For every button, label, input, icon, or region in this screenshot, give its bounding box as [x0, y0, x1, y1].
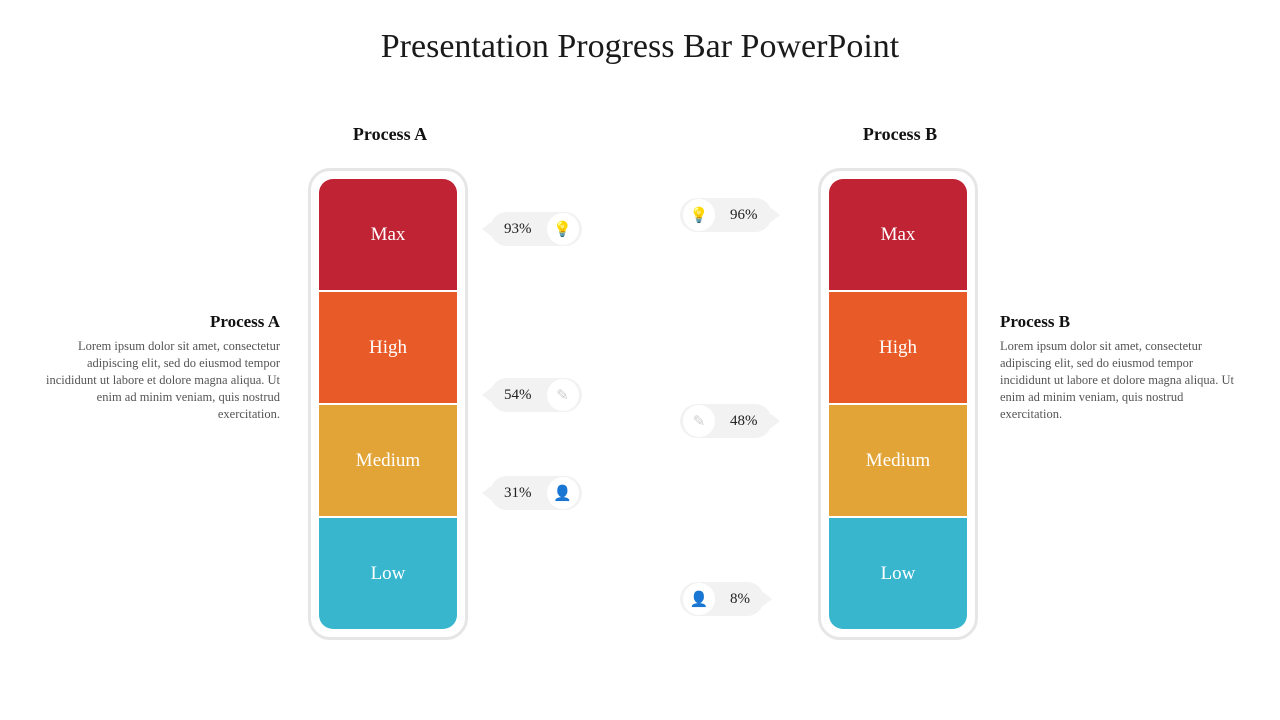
marker-percent: 93% [490, 221, 546, 238]
description-process-a: Process A Lorem ipsum dolor sit amet, co… [40, 312, 280, 422]
marker-percent: 31% [490, 485, 546, 502]
description-body: Lorem ipsum dolor sit amet, consectetur … [40, 338, 280, 422]
marker-b-1: ✎ 48% [680, 404, 772, 438]
marker-percent: 48% [716, 413, 772, 430]
segment-medium: Medium [829, 403, 967, 516]
pencil-icon: ✎ [547, 379, 579, 411]
marker-percent: 96% [716, 207, 772, 224]
segment-low: Low [829, 516, 967, 629]
slide-title: Presentation Progress Bar PowerPoint [0, 28, 1280, 66]
description-title: Process A [40, 312, 280, 332]
column-a-header: Process A [310, 124, 470, 145]
segment-medium: Medium [319, 403, 457, 516]
user-icon: 👤 [547, 477, 579, 509]
marker-percent: 54% [490, 387, 546, 404]
user-icon: 👤 [683, 583, 715, 615]
marker-percent: 8% [716, 591, 764, 608]
bar-process-b: Max High Medium Low [818, 168, 978, 640]
segment-high: High [319, 290, 457, 403]
bulb-icon: 💡 [547, 213, 579, 245]
marker-a-1: 54% ✎ [490, 378, 582, 412]
bar-process-a: Max High Medium Low [308, 168, 468, 640]
pencil-icon: ✎ [683, 405, 715, 437]
segment-max: Max [319, 179, 457, 290]
marker-a-0: 93% 💡 [490, 212, 582, 246]
marker-a-2: 31% 👤 [490, 476, 582, 510]
segment-low: Low [319, 516, 457, 629]
segment-max: Max [829, 179, 967, 290]
description-title: Process B [1000, 312, 1240, 332]
column-b-header: Process B [820, 124, 980, 145]
segment-high: High [829, 290, 967, 403]
description-body: Lorem ipsum dolor sit amet, consectetur … [1000, 338, 1240, 422]
marker-b-0: 💡 96% [680, 198, 772, 232]
bulb-icon: 💡 [683, 199, 715, 231]
marker-b-2: 👤 8% [680, 582, 764, 616]
description-process-b: Process B Lorem ipsum dolor sit amet, co… [1000, 312, 1240, 422]
